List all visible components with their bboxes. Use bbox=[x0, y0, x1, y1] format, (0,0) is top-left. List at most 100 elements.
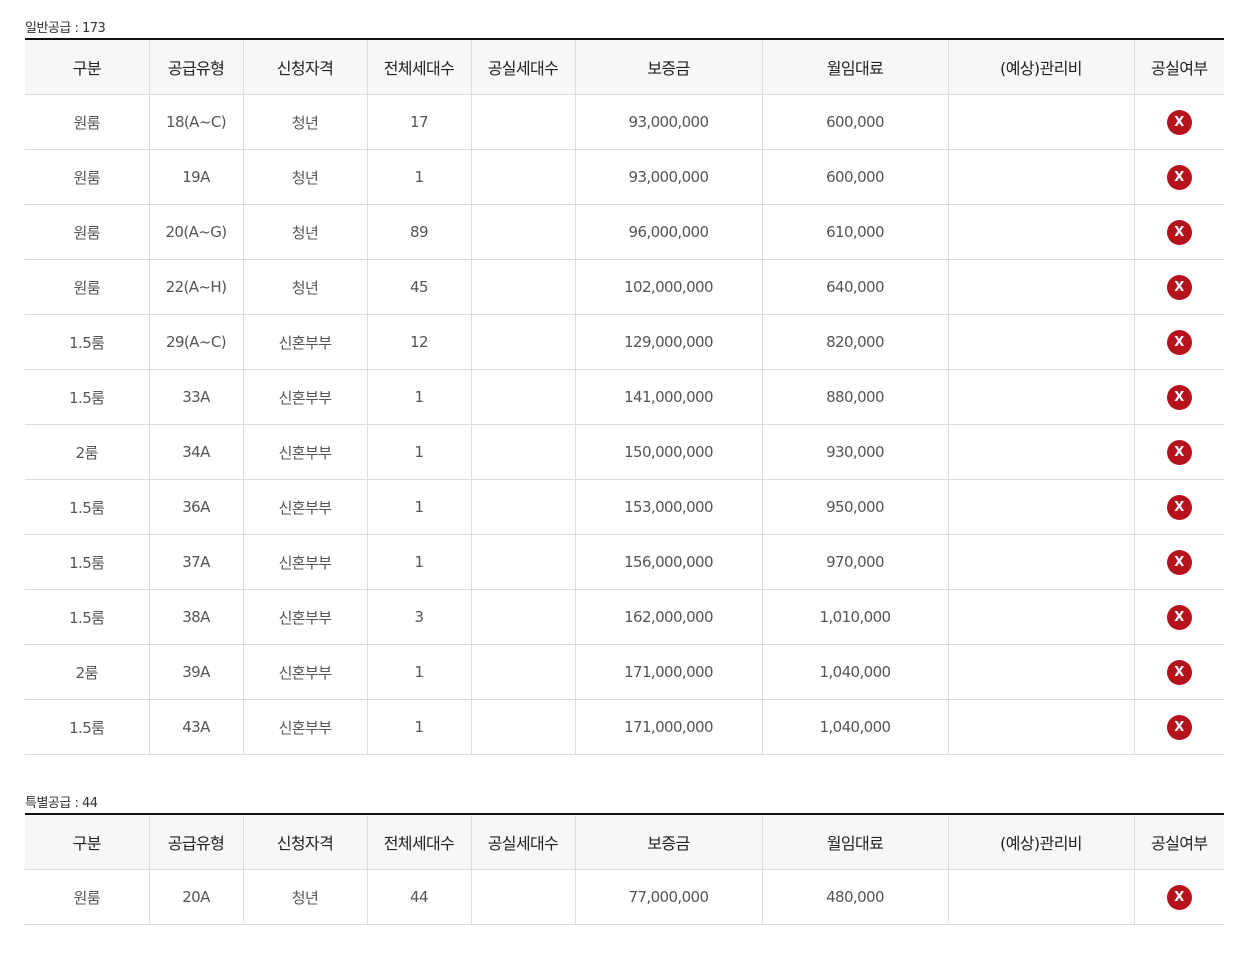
table-header: 구분 공급유형 신청자격 전체세대수 공실세대수 보증금 월임대료 (예상)관리… bbox=[25, 814, 1224, 870]
table-row: 원룸 20A 청년 44 77,000,000 480,000 X bbox=[25, 869, 1224, 925]
col-header-vacancy-status: 공실여부 bbox=[1133, 39, 1224, 95]
cell-deposit: 150,000,000 bbox=[574, 424, 762, 480]
x-icon: X bbox=[1166, 439, 1192, 465]
cell-deposit: 93,000,000 bbox=[574, 149, 762, 205]
cell-maintenance-fee bbox=[947, 369, 1134, 425]
cell-monthly-rent: 930,000 bbox=[761, 424, 948, 480]
general-supply-table: 구분 공급유형 신청자격 전체세대수 공실세대수 보증금 월임대료 (예상)관리… bbox=[25, 38, 1224, 755]
cell-supply-type: 18(A~C) bbox=[148, 94, 243, 150]
x-icon: X bbox=[1166, 549, 1192, 575]
cell-total-units: 44 bbox=[366, 869, 471, 925]
col-header-maintenance-fee: (예상)관리비 bbox=[947, 39, 1134, 95]
table-row: 1.5룸 38A 신혼부부 3 162,000,000 1,010,000 X bbox=[25, 589, 1224, 645]
table-row: 1.5룸 36A 신혼부부 1 153,000,000 950,000 X bbox=[25, 479, 1224, 535]
cell-supply-type: 22(A~H) bbox=[148, 259, 243, 315]
cell-total-units: 17 bbox=[366, 94, 471, 150]
cell-deposit: 102,000,000 bbox=[574, 259, 762, 315]
cell-deposit: 153,000,000 bbox=[574, 479, 762, 535]
general-supply-caption: 일반공급 : 173 bbox=[25, 21, 106, 36]
cell-total-units: 1 bbox=[366, 644, 471, 700]
cell-qualification: 신혼부부 bbox=[242, 589, 367, 645]
table-row: 1.5룸 33A 신혼부부 1 141,000,000 880,000 X bbox=[25, 369, 1224, 425]
cell-supply-type: 36A bbox=[148, 479, 243, 535]
cell-supply-type: 37A bbox=[148, 534, 243, 590]
cell-vacancy-status: X bbox=[1133, 314, 1224, 370]
cell-total-units: 1 bbox=[366, 699, 471, 755]
cell-category: 원룸 bbox=[25, 869, 149, 925]
cell-supply-type: 19A bbox=[148, 149, 243, 205]
cell-vacant-units bbox=[470, 869, 575, 925]
cell-deposit: 93,000,000 bbox=[574, 94, 762, 150]
cell-total-units: 1 bbox=[366, 424, 471, 480]
cell-supply-type: 20(A~G) bbox=[148, 204, 243, 260]
cell-qualification: 신혼부부 bbox=[242, 644, 367, 700]
cell-vacancy-status: X bbox=[1133, 534, 1224, 590]
cell-category: 원룸 bbox=[25, 94, 149, 150]
cell-deposit: 156,000,000 bbox=[574, 534, 762, 590]
cell-deposit: 141,000,000 bbox=[574, 369, 762, 425]
col-header-category: 구분 bbox=[25, 39, 149, 95]
cell-maintenance-fee bbox=[947, 314, 1134, 370]
cell-category: 1.5룸 bbox=[25, 369, 149, 425]
special-supply-table: 구분 공급유형 신청자격 전체세대수 공실세대수 보증금 월임대료 (예상)관리… bbox=[25, 813, 1224, 925]
cell-monthly-rent: 640,000 bbox=[761, 259, 948, 315]
cell-supply-type: 20A bbox=[148, 869, 243, 925]
col-header-vacant-units: 공실세대수 bbox=[470, 39, 575, 95]
cell-vacancy-status: X bbox=[1133, 424, 1224, 480]
special-supply-caption: 특별공급 : 44 bbox=[25, 796, 98, 811]
col-header-vacancy-status: 공실여부 bbox=[1133, 814, 1224, 870]
cell-monthly-rent: 970,000 bbox=[761, 534, 948, 590]
cell-category: 원룸 bbox=[25, 259, 149, 315]
cell-vacancy-status: X bbox=[1133, 369, 1224, 425]
cell-total-units: 1 bbox=[366, 479, 471, 535]
cell-total-units: 1 bbox=[366, 534, 471, 590]
cell-qualification: 청년 bbox=[242, 149, 367, 205]
col-header-total-units: 전체세대수 bbox=[366, 814, 471, 870]
cell-vacant-units bbox=[470, 534, 575, 590]
cell-maintenance-fee bbox=[947, 869, 1134, 925]
col-header-total-units: 전체세대수 bbox=[366, 39, 471, 95]
cell-category: 원룸 bbox=[25, 204, 149, 260]
table-header: 구분 공급유형 신청자격 전체세대수 공실세대수 보증금 월임대료 (예상)관리… bbox=[25, 39, 1224, 95]
cell-vacancy-status: X bbox=[1133, 479, 1224, 535]
cell-deposit: 162,000,000 bbox=[574, 589, 762, 645]
cell-monthly-rent: 950,000 bbox=[761, 479, 948, 535]
x-icon: X bbox=[1166, 329, 1192, 355]
cell-supply-type: 43A bbox=[148, 699, 243, 755]
x-icon: X bbox=[1166, 884, 1192, 910]
cell-supply-type: 38A bbox=[148, 589, 243, 645]
cell-vacancy-status: X bbox=[1133, 94, 1224, 150]
cell-category: 1.5룸 bbox=[25, 699, 149, 755]
x-icon: X bbox=[1166, 659, 1192, 685]
cell-vacant-units bbox=[470, 204, 575, 260]
table-row: 1.5룸 37A 신혼부부 1 156,000,000 970,000 X bbox=[25, 534, 1224, 590]
general-supply-rows: 원룸 18(A~C) 청년 17 93,000,000 600,000 X 원룸 19A 청년 1 9… bbox=[25, 94, 1224, 755]
cell-supply-type: 34A bbox=[148, 424, 243, 480]
table-row: 원룸 20(A~G) 청년 89 96,000,000 610,000 X bbox=[25, 204, 1224, 260]
cell-vacant-units bbox=[470, 94, 575, 150]
cell-supply-type: 39A bbox=[148, 644, 243, 700]
cell-vacancy-status: X bbox=[1133, 699, 1224, 755]
cell-vacant-units bbox=[470, 644, 575, 700]
table-row: 1.5룸 29(A~C) 신혼부부 12 129,000,000 820,000 X bbox=[25, 314, 1224, 370]
cell-qualification: 신혼부부 bbox=[242, 314, 367, 370]
cell-supply-type: 29(A~C) bbox=[148, 314, 243, 370]
cell-monthly-rent: 880,000 bbox=[761, 369, 948, 425]
table-row: 2룸 39A 신혼부부 1 171,000,000 1,040,000 X bbox=[25, 644, 1224, 700]
cell-vacant-units bbox=[470, 369, 575, 425]
cell-qualification: 신혼부부 bbox=[242, 479, 367, 535]
cell-maintenance-fee bbox=[947, 204, 1134, 260]
cell-maintenance-fee bbox=[947, 94, 1134, 150]
cell-monthly-rent: 820,000 bbox=[761, 314, 948, 370]
col-header-category: 구분 bbox=[25, 814, 149, 870]
cell-vacancy-status: X bbox=[1133, 149, 1224, 205]
x-icon: X bbox=[1166, 219, 1192, 245]
cell-qualification: 청년 bbox=[242, 204, 367, 260]
x-icon: X bbox=[1166, 494, 1192, 520]
table-row: 2룸 34A 신혼부부 1 150,000,000 930,000 X bbox=[25, 424, 1224, 480]
cell-maintenance-fee bbox=[947, 149, 1134, 205]
col-header-supply-type: 공급유형 bbox=[148, 814, 243, 870]
col-header-deposit: 보증금 bbox=[574, 39, 762, 95]
col-header-qualification: 신청자격 bbox=[242, 814, 367, 870]
cell-monthly-rent: 600,000 bbox=[761, 94, 948, 150]
